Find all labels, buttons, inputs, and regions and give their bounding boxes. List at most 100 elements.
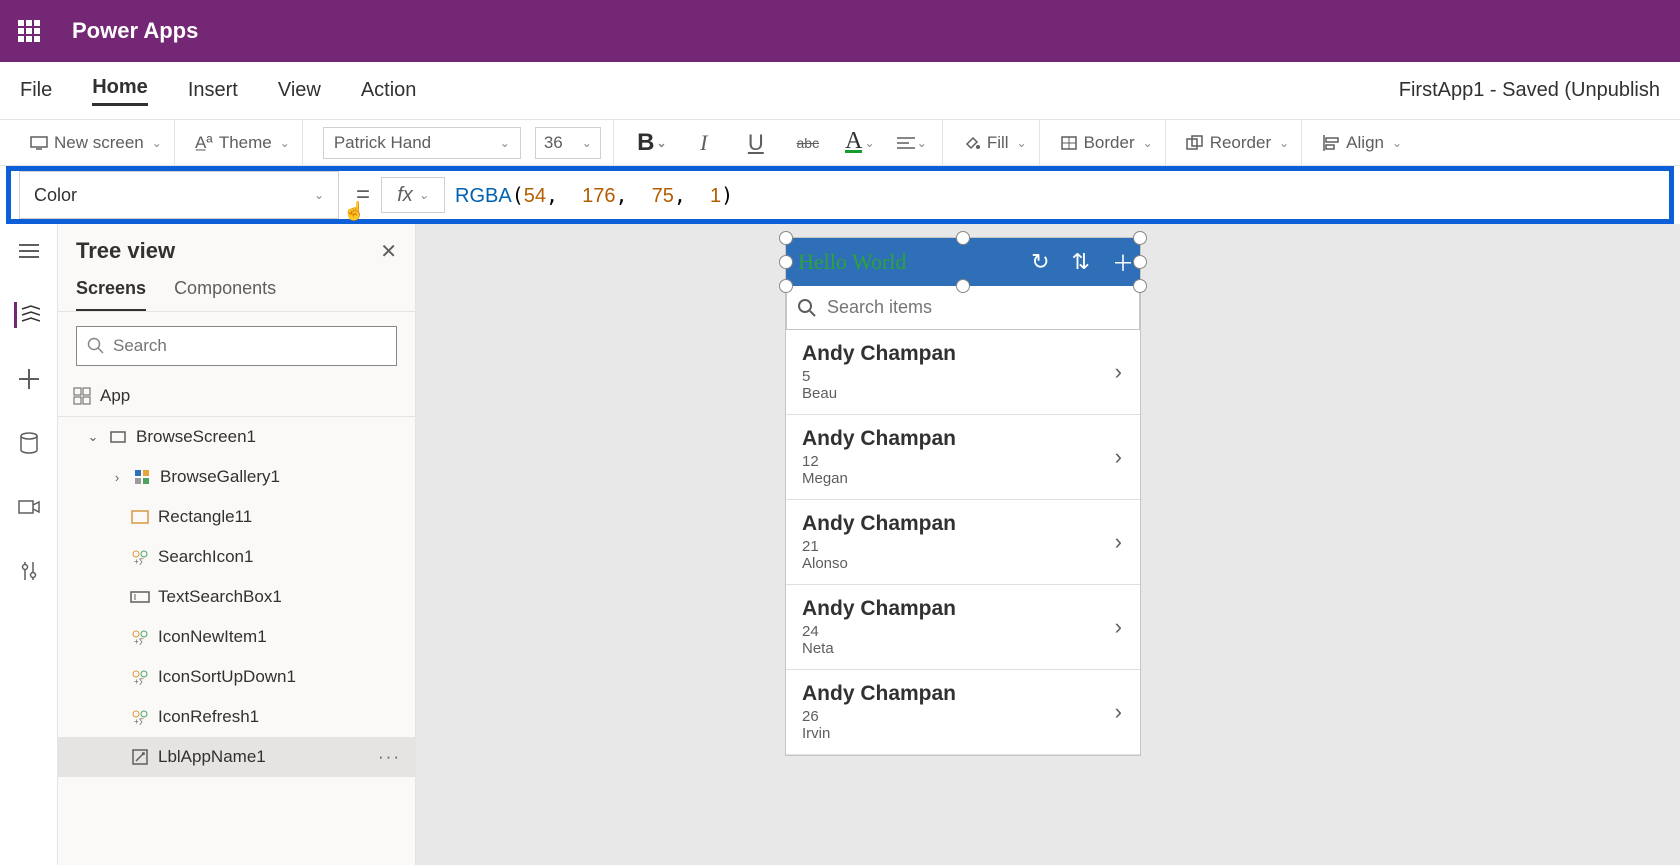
item-num: 26 (802, 708, 1124, 725)
hamburger-icon[interactable] (16, 238, 42, 264)
tab-screens[interactable]: Screens (76, 278, 146, 311)
theme-button[interactable]: A̲ª Theme⌄ (183, 120, 303, 165)
preview-title-label: Hello World (798, 249, 906, 275)
more-icon[interactable]: ··· (378, 747, 401, 767)
item-num: 24 (802, 623, 1124, 640)
strikethrough-button[interactable]: abc (790, 135, 826, 151)
menu-home[interactable]: Home (92, 76, 148, 106)
chevron-down-icon: ⌄ (280, 136, 290, 150)
align-button[interactable]: Align⌄ (1310, 120, 1414, 165)
gallery-item[interactable]: Andy Champan 21 Alonso › (786, 500, 1140, 585)
tree-panel: Tree view ✕ Screens Components App ⌄ Bro… (58, 224, 416, 865)
node-rectangle[interactable]: Rectangle11 (58, 497, 415, 537)
expand-icon[interactable]: › (110, 470, 124, 485)
menu-action[interactable]: Action (361, 79, 417, 102)
expand-icon[interactable]: ⌄ (86, 429, 100, 445)
fx-button[interactable]: fx⌄ (381, 177, 445, 213)
node-iconnewitem[interactable]: +∑ IconNewItem1 (58, 617, 415, 657)
node-textsearchbox[interactable]: TextSearchBox1 (58, 577, 415, 617)
sort-icon[interactable]: ⇅ (1072, 249, 1090, 275)
chevron-right-icon[interactable]: › (1115, 529, 1122, 555)
font-select[interactable]: Patrick Hand⌄ (323, 127, 521, 159)
chevron-right-icon[interactable]: › (1115, 444, 1122, 470)
svg-text:+∑: +∑ (134, 637, 145, 645)
close-icon[interactable]: ✕ (380, 239, 397, 264)
border-icon (1060, 134, 1078, 152)
node-searchicon[interactable]: +∑ SearchIcon1 (58, 537, 415, 577)
label-icon (130, 747, 150, 767)
underline-button[interactable]: U (738, 130, 774, 156)
item-num: 12 (802, 453, 1124, 470)
app-icon (72, 386, 92, 406)
formula-input[interactable]: RGBA(54, 176, 75, 1) (455, 183, 733, 208)
item-name: Andy Champan (802, 682, 1124, 706)
node-iconsort[interactable]: +∑ IconSortUpDown1 (58, 657, 415, 697)
advanced-icon[interactable] (16, 558, 42, 584)
screen-icon (30, 134, 48, 152)
node-lblappname[interactable]: LblAppName1 ··· (58, 737, 415, 777)
refresh-icon[interactable]: ↻ (1031, 249, 1049, 275)
reorder-button[interactable]: Reorder⌄ (1174, 120, 1302, 165)
svg-text:+∑: +∑ (134, 717, 145, 725)
gallery-item[interactable]: Andy Champan 24 Neta › (786, 585, 1140, 670)
chevron-right-icon[interactable]: › (1115, 359, 1122, 385)
menu-insert[interactable]: Insert (188, 79, 238, 102)
tree-search-input[interactable] (113, 336, 386, 356)
fill-icon (963, 134, 981, 152)
chevron-down-icon: ⌄ (419, 188, 429, 202)
phone-preview: Hello World ↻ ⇅ ＋ Andy Champan (786, 238, 1140, 755)
gallery-item[interactable]: Andy Champan 12 Megan › (786, 415, 1140, 500)
svg-text:+∑: +∑ (134, 677, 145, 685)
node-app[interactable]: App (58, 376, 415, 416)
title-bar: Power Apps (0, 0, 1680, 62)
menu-bar: File Home Insert View Action FirstApp1 -… (0, 62, 1680, 120)
tree-search[interactable] (76, 326, 397, 366)
tab-components[interactable]: Components (174, 278, 276, 311)
chevron-right-icon[interactable]: › (1115, 699, 1122, 725)
insert-icon[interactable] (16, 366, 42, 392)
tree-view-icon[interactable] (14, 302, 40, 328)
waffle-icon[interactable] (18, 20, 40, 42)
align-text-button[interactable]: ⌄ (894, 136, 930, 150)
gallery-item[interactable]: Andy Champan 5 Beau › (786, 330, 1140, 415)
item-num: 5 (802, 368, 1124, 385)
node-iconrefresh[interactable]: +∑ IconRefresh1 (58, 697, 415, 737)
bold-button[interactable]: B⌄ (634, 129, 670, 157)
control-icon: +∑ (130, 707, 150, 727)
node-gallery[interactable]: › BrowseGallery1 (58, 457, 415, 497)
italic-button[interactable]: I (686, 130, 722, 156)
chevron-down-icon: ⌄ (500, 136, 510, 150)
gallery-item[interactable]: Andy Champan 26 Irvin › (786, 670, 1140, 755)
reorder-icon (1186, 134, 1204, 152)
gallery-icon (132, 467, 152, 487)
item-sub: Alonso (802, 555, 1124, 572)
control-icon: +∑ (130, 627, 150, 647)
menu-file[interactable]: File (20, 79, 52, 102)
svg-text:+∑: +∑ (134, 557, 145, 565)
item-sub: Irvin (802, 725, 1124, 742)
add-icon[interactable]: ＋ (1112, 246, 1134, 278)
node-browsescreen[interactable]: ⌄ BrowseScreen1 (58, 417, 415, 457)
media-icon[interactable] (16, 494, 42, 520)
app-status: FirstApp1 - Saved (Unpublish (1399, 79, 1660, 102)
item-name: Andy Champan (802, 342, 1124, 366)
item-sub: Megan (802, 470, 1124, 487)
fill-button[interactable]: Fill⌄ (951, 120, 1040, 165)
preview-search-input[interactable] (827, 297, 1129, 318)
data-icon[interactable] (16, 430, 42, 456)
menu-view[interactable]: View (278, 79, 321, 102)
new-screen-button[interactable]: New screen⌄ (18, 120, 175, 165)
chevron-right-icon[interactable]: › (1115, 614, 1122, 640)
chevron-down-icon: ⌄ (1143, 136, 1153, 150)
font-color-button[interactable]: A⌄ (842, 132, 878, 153)
formula-bar: Color ⌄ = fx⌄ RGBA(54, 176, 75, 1) ☝ (11, 171, 1669, 219)
font-size-select[interactable]: 36⌄ (535, 127, 601, 159)
property-select[interactable]: Color ⌄ (19, 171, 339, 219)
align-objects-icon (1322, 134, 1340, 152)
canvas[interactable]: Hello World ↻ ⇅ ＋ Andy Champan (416, 224, 1680, 865)
tree-title: Tree view (76, 238, 175, 264)
preview-header[interactable]: Hello World ↻ ⇅ ＋ (786, 238, 1140, 286)
control-icon: +∑ (130, 547, 150, 567)
chevron-down-icon: ⌄ (1017, 136, 1027, 150)
border-button[interactable]: Border⌄ (1048, 120, 1166, 165)
